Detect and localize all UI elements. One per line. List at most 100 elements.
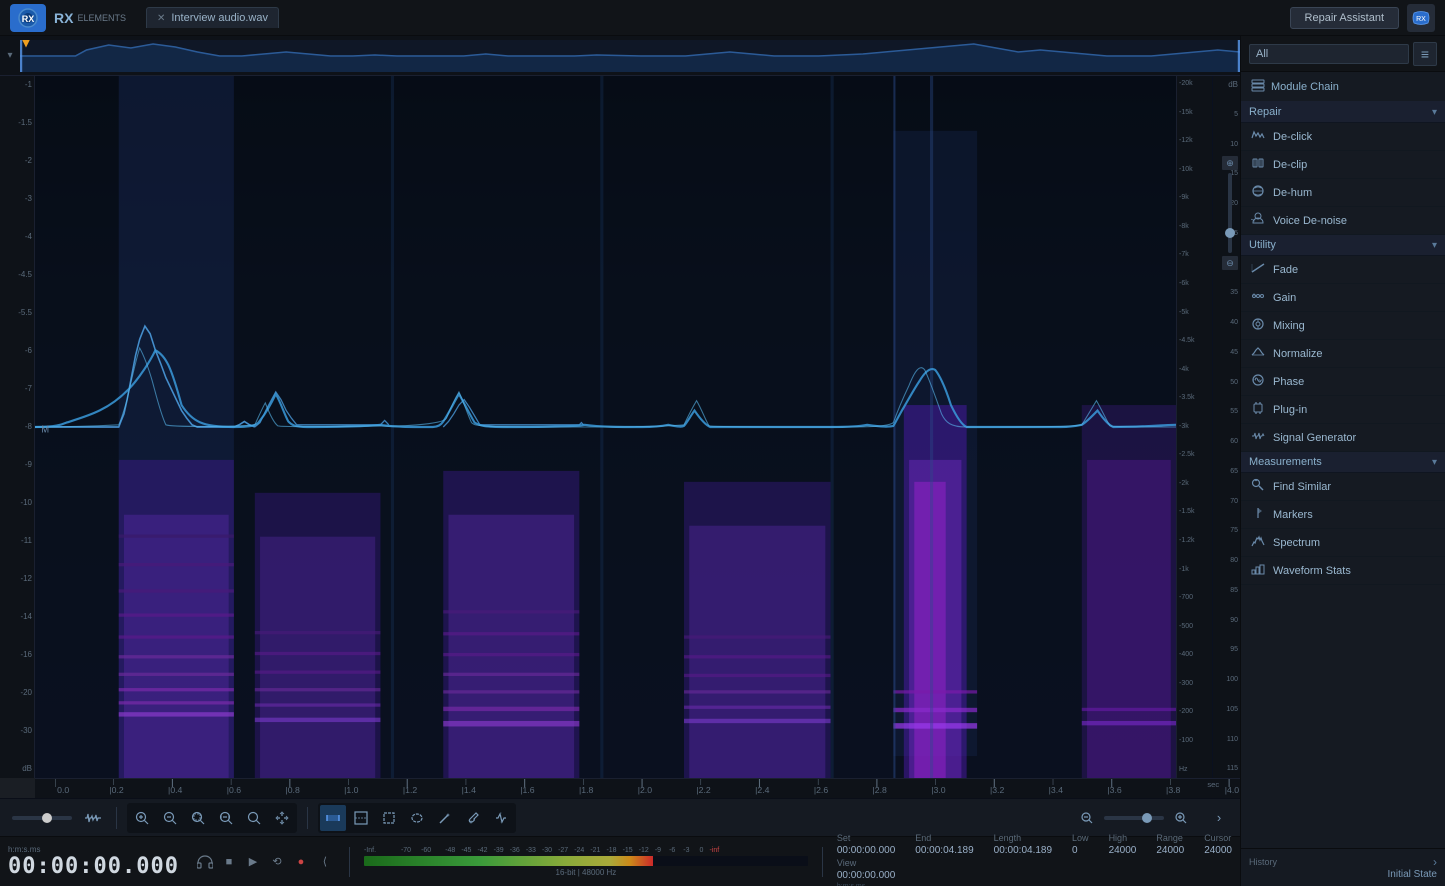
expand-right-button[interactable]: › bbox=[1433, 855, 1437, 869]
svg-text:|0.2: |0.2 bbox=[109, 785, 124, 795]
time-selection-button[interactable] bbox=[320, 805, 346, 831]
waveform-toggle-button[interactable] bbox=[80, 805, 106, 831]
zoom-to-selection-button[interactable] bbox=[185, 805, 211, 831]
headphones-button[interactable] bbox=[195, 852, 215, 872]
panel-scroll[interactable]: Repair De-click bbox=[1241, 102, 1445, 848]
zoom-out-button[interactable]: ⊖ bbox=[1222, 256, 1238, 270]
svg-text:M: M bbox=[41, 424, 49, 435]
center-area: ▾ -1 -1.5 bbox=[0, 36, 1240, 886]
repair-section-header[interactable]: Repair bbox=[1241, 102, 1445, 123]
declick-item[interactable]: De-click bbox=[1241, 123, 1445, 151]
svg-text:|3.6: |3.6 bbox=[1107, 785, 1122, 795]
svg-text:|2.0: |2.0 bbox=[638, 785, 653, 795]
utility-label: Utility bbox=[1249, 239, 1432, 251]
volume-slider[interactable] bbox=[12, 816, 72, 820]
overview-waveform[interactable] bbox=[20, 40, 1240, 72]
utility-section-header[interactable]: Utility bbox=[1241, 235, 1445, 256]
filter-select[interactable]: All bbox=[1249, 44, 1409, 64]
expand-panel-button[interactable]: › bbox=[1206, 805, 1232, 831]
toolbar: › bbox=[0, 798, 1240, 836]
app-icon-right[interactable]: RX bbox=[1407, 4, 1435, 32]
normalize-icon bbox=[1249, 345, 1267, 362]
tab-close-icon[interactable]: ✕ bbox=[157, 13, 165, 24]
mixing-item[interactable]: Mixing bbox=[1241, 312, 1445, 340]
paintbrush-button[interactable] bbox=[460, 805, 486, 831]
app-edition: ELEMENTS bbox=[77, 13, 126, 23]
vdn-label: Voice De-noise bbox=[1273, 215, 1347, 227]
info-bar: h:m:s.ms 00:00:00.000 ■ ▶ ⟲ ● ⟨ bbox=[0, 836, 1240, 886]
zoom-in-button[interactable]: ⊕ bbox=[1222, 156, 1238, 170]
play-button[interactable]: ▶ bbox=[243, 852, 263, 872]
mixing-label: Mixing bbox=[1273, 320, 1305, 332]
vdn-icon bbox=[1249, 212, 1267, 229]
declick-icon bbox=[1249, 128, 1267, 145]
overview-arrow[interactable]: ▾ bbox=[0, 50, 20, 61]
main-container: ▾ -1 -1.5 bbox=[0, 36, 1445, 886]
right-db-axis: dB 5 10 15 20 25 30 35 40 45 50 55 60 65… bbox=[1212, 76, 1240, 778]
zoom-fit-button[interactable] bbox=[241, 805, 267, 831]
file-tab[interactable]: ✕ Interview audio.wav bbox=[146, 7, 279, 28]
neg36-label: -36 bbox=[510, 847, 520, 854]
overview-bar: ▾ bbox=[0, 36, 1240, 76]
pan-tool-button[interactable] bbox=[269, 805, 295, 831]
zoom-full-button[interactable] bbox=[213, 805, 239, 831]
siggen-item[interactable]: Signal Generator bbox=[1241, 424, 1445, 452]
length-stat: Length 00:00:04.189 bbox=[994, 833, 1052, 886]
rect-selection-button[interactable] bbox=[376, 805, 402, 831]
repair-assistant-button[interactable]: Repair Assistant bbox=[1290, 7, 1399, 29]
view-zoom-tools bbox=[1074, 805, 1194, 831]
back-button[interactable]: ⟨ bbox=[315, 852, 335, 872]
zoom-thumb[interactable] bbox=[1225, 228, 1235, 238]
zoom-in-time-button[interactable] bbox=[129, 805, 155, 831]
wfstats-item[interactable]: Waveform Stats bbox=[1241, 557, 1445, 585]
declip-icon bbox=[1249, 156, 1267, 173]
stats-panel: Set 00:00:00.000 View 00:00:00.000 h:m:s… bbox=[837, 833, 1232, 886]
wfstats-icon bbox=[1249, 562, 1267, 579]
phase-item[interactable]: Phase bbox=[1241, 368, 1445, 396]
vdn-item[interactable]: Voice De-noise bbox=[1241, 207, 1445, 235]
tab-filename: Interview audio.wav bbox=[171, 12, 268, 24]
findsimilar-item[interactable]: Find Similar bbox=[1241, 473, 1445, 501]
timecode-label: h:m:s.ms bbox=[8, 845, 179, 854]
svg-text:|2.6: |2.6 bbox=[814, 785, 829, 795]
timecode-display: h:m:s.ms 00:00:00.000 bbox=[8, 845, 179, 879]
svg-text:RX: RX bbox=[1416, 16, 1426, 23]
vertical-zoom-control: ⊕ ⊖ bbox=[1222, 156, 1238, 270]
zoom-in-view-button[interactable] bbox=[1168, 805, 1194, 831]
declip-item[interactable]: De-clip bbox=[1241, 151, 1445, 179]
view-zoom-slider[interactable] bbox=[1104, 816, 1164, 820]
panel-header: All ≡ bbox=[1241, 36, 1445, 72]
inf-label: -inf bbox=[709, 847, 719, 854]
zoom-out-view-button[interactable] bbox=[1074, 805, 1100, 831]
svg-text:0.0: 0.0 bbox=[57, 785, 69, 795]
measurements-section-header[interactable]: Measurements bbox=[1241, 452, 1445, 473]
neg15-label: -15 bbox=[623, 847, 633, 854]
magic-wand-button[interactable] bbox=[432, 805, 458, 831]
panel-menu-button[interactable]: ≡ bbox=[1413, 42, 1437, 66]
dehum-item[interactable]: De-hum bbox=[1241, 179, 1445, 207]
neg24-label: -24 bbox=[574, 847, 584, 854]
spectrogram-container[interactable]: -1 -1.5 -2 -3 -4 -4.5 -5.5 -6 -7 -8 -9 -… bbox=[0, 76, 1240, 778]
gain-item[interactable]: Gain bbox=[1241, 284, 1445, 312]
zoom-out-time-button[interactable] bbox=[157, 805, 183, 831]
freq-selection-button[interactable] bbox=[348, 805, 374, 831]
siggen-icon bbox=[1249, 429, 1267, 446]
loop-button[interactable]: ⟲ bbox=[267, 852, 287, 872]
app-logo: RX bbox=[10, 4, 46, 32]
level-fill bbox=[364, 856, 653, 866]
cursor-stat: Cursor 24000 bbox=[1204, 833, 1232, 886]
declip-label: De-clip bbox=[1273, 159, 1307, 171]
plugin-item[interactable]: Plug-in bbox=[1241, 396, 1445, 424]
left-db-axis: -1 -1.5 -2 -3 -4 -4.5 -5.5 -6 -7 -8 -9 -… bbox=[0, 76, 35, 778]
stop-button[interactable]: ■ bbox=[219, 852, 239, 872]
fade-item[interactable]: Fade bbox=[1241, 256, 1445, 284]
spectrum-item[interactable]: Spectrum bbox=[1241, 529, 1445, 557]
module-chain-row[interactable]: Module Chain bbox=[1241, 72, 1445, 102]
markers-item[interactable]: Markers bbox=[1241, 501, 1445, 529]
wfstats-label: Waveform Stats bbox=[1273, 565, 1351, 577]
spectrogram-view[interactable]: M bbox=[35, 76, 1176, 778]
lasso-selection-button[interactable] bbox=[404, 805, 430, 831]
normalize-item[interactable]: Normalize bbox=[1241, 340, 1445, 368]
healing-button[interactable] bbox=[488, 805, 514, 831]
record-button[interactable]: ● bbox=[291, 852, 311, 872]
